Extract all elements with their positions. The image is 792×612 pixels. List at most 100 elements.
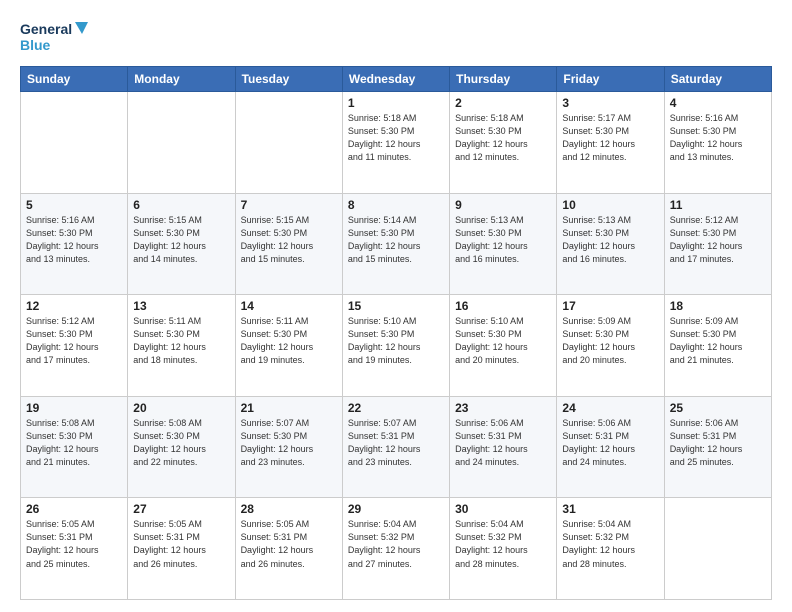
day-info: Sunrise: 5:16 AM Sunset: 5:30 PM Dayligh…: [26, 214, 122, 266]
day-number: 27: [133, 502, 229, 516]
calendar-week-row-2: 5 Sunrise: 5:16 AM Sunset: 5:30 PM Daylig…: [21, 193, 772, 295]
day-info: Sunrise: 5:04 AM Sunset: 5:32 PM Dayligh…: [348, 518, 444, 570]
day-number: 10: [562, 198, 658, 212]
calendar-cell: 17 Sunrise: 5:09 AM Sunset: 5:30 PM Dayli…: [557, 295, 664, 397]
day-info: Sunrise: 5:06 AM Sunset: 5:31 PM Dayligh…: [562, 417, 658, 469]
day-info: Sunrise: 5:13 AM Sunset: 5:30 PM Dayligh…: [562, 214, 658, 266]
calendar-cell: 10 Sunrise: 5:13 AM Sunset: 5:30 PM Dayli…: [557, 193, 664, 295]
day-number: 31: [562, 502, 658, 516]
page: General Blue SundayMondayTuesdayWednesda…: [0, 0, 792, 612]
day-number: 3: [562, 96, 658, 110]
calendar-week-row-1: 1 Sunrise: 5:18 AM Sunset: 5:30 PM Daylig…: [21, 92, 772, 194]
day-info: Sunrise: 5:11 AM Sunset: 5:30 PM Dayligh…: [241, 315, 337, 367]
calendar-header-tuesday: Tuesday: [235, 67, 342, 92]
calendar-cell: [235, 92, 342, 194]
calendar-cell: 11 Sunrise: 5:12 AM Sunset: 5:30 PM Dayli…: [664, 193, 771, 295]
day-info: Sunrise: 5:07 AM Sunset: 5:31 PM Dayligh…: [348, 417, 444, 469]
day-info: Sunrise: 5:04 AM Sunset: 5:32 PM Dayligh…: [562, 518, 658, 570]
day-info: Sunrise: 5:18 AM Sunset: 5:30 PM Dayligh…: [348, 112, 444, 164]
calendar-header-monday: Monday: [128, 67, 235, 92]
calendar-header-wednesday: Wednesday: [342, 67, 449, 92]
calendar-header-saturday: Saturday: [664, 67, 771, 92]
calendar-cell: 12 Sunrise: 5:12 AM Sunset: 5:30 PM Dayli…: [21, 295, 128, 397]
day-number: 17: [562, 299, 658, 313]
day-info: Sunrise: 5:05 AM Sunset: 5:31 PM Dayligh…: [133, 518, 229, 570]
day-number: 11: [670, 198, 766, 212]
day-number: 28: [241, 502, 337, 516]
calendar-week-row-4: 19Sunrise: 5:08 AM Sunset: 5:30 PM Dayli…: [21, 396, 772, 498]
day-info: Sunrise: 5:06 AM Sunset: 5:31 PM Dayligh…: [670, 417, 766, 469]
calendar-cell: 6Sunrise: 5:15 AM Sunset: 5:30 PM Daylig…: [128, 193, 235, 295]
day-info: Sunrise: 5:13 AM Sunset: 5:30 PM Dayligh…: [455, 214, 551, 266]
day-info: Sunrise: 5:07 AM Sunset: 5:30 PM Dayligh…: [241, 417, 337, 469]
calendar-cell: 22 Sunrise: 5:07 AM Sunset: 5:31 PM Dayli…: [342, 396, 449, 498]
calendar-header-row: SundayMondayTuesdayWednesdayThursdayFrid…: [21, 67, 772, 92]
calendar-cell: 1 Sunrise: 5:18 AM Sunset: 5:30 PM Daylig…: [342, 92, 449, 194]
day-info: Sunrise: 5:17 AM Sunset: 5:30 PM Dayligh…: [562, 112, 658, 164]
day-number: 1: [348, 96, 444, 110]
calendar-cell: 26 Sunrise: 5:05 AM Sunset: 5:31 PM Dayli…: [21, 498, 128, 600]
day-info: Sunrise: 5:15 AM Sunset: 5:30 PM Dayligh…: [241, 214, 337, 266]
calendar-cell: [21, 92, 128, 194]
calendar-cell: 15Sunrise: 5:10 AM Sunset: 5:30 PM Dayli…: [342, 295, 449, 397]
day-number: 30: [455, 502, 551, 516]
calendar-cell: 24Sunrise: 5:06 AM Sunset: 5:31 PM Dayli…: [557, 396, 664, 498]
day-number: 20: [133, 401, 229, 415]
calendar-cell: 7 Sunrise: 5:15 AM Sunset: 5:30 PM Daylig…: [235, 193, 342, 295]
svg-text:General: General: [20, 21, 72, 37]
day-number: 6: [133, 198, 229, 212]
calendar-cell: 27 Sunrise: 5:05 AM Sunset: 5:31 PM Dayli…: [128, 498, 235, 600]
day-info: Sunrise: 5:09 AM Sunset: 5:30 PM Dayligh…: [562, 315, 658, 367]
day-info: Sunrise: 5:10 AM Sunset: 5:30 PM Dayligh…: [455, 315, 551, 367]
day-info: Sunrise: 5:14 AM Sunset: 5:30 PM Dayligh…: [348, 214, 444, 266]
calendar-header-friday: Friday: [557, 67, 664, 92]
day-info: Sunrise: 5:06 AM Sunset: 5:31 PM Dayligh…: [455, 417, 551, 469]
logo-svg: General Blue: [20, 18, 90, 56]
day-number: 23: [455, 401, 551, 415]
calendar-cell: 2Sunrise: 5:18 AM Sunset: 5:30 PM Daylig…: [450, 92, 557, 194]
day-number: 25: [670, 401, 766, 415]
day-number: 4: [670, 96, 766, 110]
day-number: 8: [348, 198, 444, 212]
calendar-cell: [128, 92, 235, 194]
day-number: 14: [241, 299, 337, 313]
day-number: 29: [348, 502, 444, 516]
calendar-header-thursday: Thursday: [450, 67, 557, 92]
calendar-cell: 3 Sunrise: 5:17 AM Sunset: 5:30 PM Daylig…: [557, 92, 664, 194]
header: General Blue: [20, 18, 772, 56]
day-number: 13: [133, 299, 229, 313]
day-info: Sunrise: 5:11 AM Sunset: 5:30 PM Dayligh…: [133, 315, 229, 367]
calendar-cell: 29 Sunrise: 5:04 AM Sunset: 5:32 PM Dayli…: [342, 498, 449, 600]
day-number: 22: [348, 401, 444, 415]
day-number: 9: [455, 198, 551, 212]
calendar-cell: 28 Sunrise: 5:05 AM Sunset: 5:31 PM Dayli…: [235, 498, 342, 600]
calendar-cell: 31 Sunrise: 5:04 AM Sunset: 5:32 PM Dayli…: [557, 498, 664, 600]
calendar-week-row-3: 12 Sunrise: 5:12 AM Sunset: 5:30 PM Dayli…: [21, 295, 772, 397]
day-info: Sunrise: 5:09 AM Sunset: 5:30 PM Dayligh…: [670, 315, 766, 367]
logo: General Blue: [20, 18, 90, 56]
day-info: Sunrise: 5:05 AM Sunset: 5:31 PM Dayligh…: [26, 518, 122, 570]
calendar-cell: 5 Sunrise: 5:16 AM Sunset: 5:30 PM Daylig…: [21, 193, 128, 295]
calendar-table: SundayMondayTuesdayWednesdayThursdayFrid…: [20, 66, 772, 600]
day-info: Sunrise: 5:08 AM Sunset: 5:30 PM Dayligh…: [133, 417, 229, 469]
calendar-cell: 9 Sunrise: 5:13 AM Sunset: 5:30 PM Daylig…: [450, 193, 557, 295]
day-number: 12: [26, 299, 122, 313]
calendar-cell: 20 Sunrise: 5:08 AM Sunset: 5:30 PM Dayli…: [128, 396, 235, 498]
calendar-cell: 13 Sunrise: 5:11 AM Sunset: 5:30 PM Dayli…: [128, 295, 235, 397]
calendar-cell: 21Sunrise: 5:07 AM Sunset: 5:30 PM Dayli…: [235, 396, 342, 498]
day-number: 5: [26, 198, 122, 212]
day-info: Sunrise: 5:12 AM Sunset: 5:30 PM Dayligh…: [670, 214, 766, 266]
day-info: Sunrise: 5:05 AM Sunset: 5:31 PM Dayligh…: [241, 518, 337, 570]
day-number: 26: [26, 502, 122, 516]
calendar-cell: 16Sunrise: 5:10 AM Sunset: 5:30 PM Dayli…: [450, 295, 557, 397]
svg-text:Blue: Blue: [20, 37, 51, 53]
calendar-week-row-5: 26 Sunrise: 5:05 AM Sunset: 5:31 PM Dayli…: [21, 498, 772, 600]
day-number: 15: [348, 299, 444, 313]
calendar-cell: 14 Sunrise: 5:11 AM Sunset: 5:30 PM Dayli…: [235, 295, 342, 397]
day-info: Sunrise: 5:16 AM Sunset: 5:30 PM Dayligh…: [670, 112, 766, 164]
day-number: 2: [455, 96, 551, 110]
day-number: 7: [241, 198, 337, 212]
calendar-cell: 18Sunrise: 5:09 AM Sunset: 5:30 PM Dayli…: [664, 295, 771, 397]
day-info: Sunrise: 5:12 AM Sunset: 5:30 PM Dayligh…: [26, 315, 122, 367]
day-info: Sunrise: 5:08 AM Sunset: 5:30 PM Dayligh…: [26, 417, 122, 469]
